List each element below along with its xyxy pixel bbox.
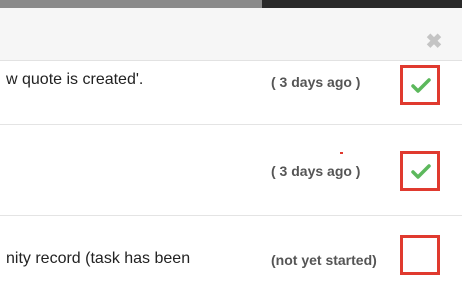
checkmark-icon	[411, 164, 431, 179]
task-complete-checkbox[interactable]	[400, 65, 440, 105]
task-complete-checkbox[interactable]	[400, 235, 440, 275]
close-icon[interactable]: ✖	[424, 30, 444, 54]
task-row: ( 3 days ago )	[0, 125, 462, 191]
top-bar-dark-segment	[262, 0, 462, 8]
task-description: nity record (task has been	[6, 250, 191, 267]
task-row: nity record (task has been (not yet star…	[0, 216, 462, 276]
top-bar	[0, 0, 462, 8]
checkmark-icon	[411, 78, 431, 93]
task-status: (not yet started)	[271, 252, 377, 268]
task-status: ( 3 days ago )	[271, 74, 361, 90]
red-marker	[340, 152, 343, 154]
task-status: ( 3 days ago )	[271, 163, 361, 179]
task-description: w quote is created'.	[6, 71, 144, 88]
dialog-header: ✖	[0, 8, 462, 61]
task-complete-checkbox[interactable]	[400, 151, 440, 191]
task-row: w quote is created'. ( 3 days ago )	[0, 61, 462, 121]
